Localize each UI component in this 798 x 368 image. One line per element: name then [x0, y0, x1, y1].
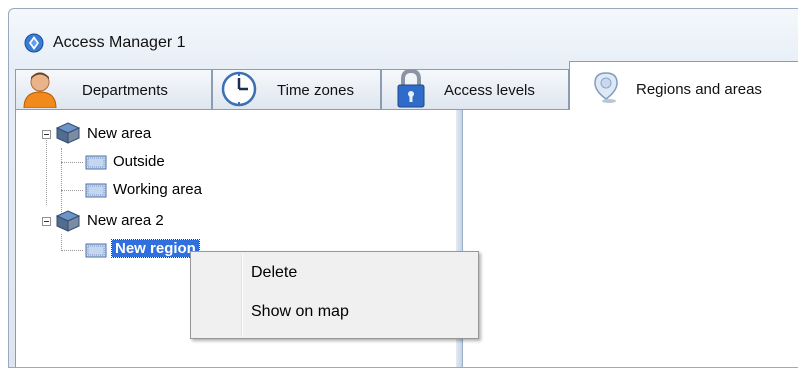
tree-connector [61, 234, 62, 251]
region-icon [85, 183, 107, 198]
tab-access-levels[interactable]: Access levels [381, 68, 569, 109]
tab-label: Time zones [277, 82, 354, 99]
region-icon [85, 243, 107, 258]
tree-area-label[interactable]: New area 2 [87, 212, 164, 229]
context-menu: Delete Show on map [190, 251, 479, 339]
window-title: Access Manager 1 [53, 34, 186, 51]
collapse-toggle[interactable] [42, 130, 51, 139]
region-icon [85, 155, 107, 170]
tree-region-label[interactable]: Outside [113, 153, 165, 170]
app-icon [24, 33, 44, 53]
person-icon [23, 72, 57, 108]
map-pin-icon [594, 72, 618, 103]
tab-label: Access levels [444, 82, 535, 99]
tree-connector [61, 162, 83, 163]
tab-departments[interactable]: Departments [15, 69, 212, 109]
tab-label: Regions and areas [636, 81, 762, 98]
tab-regions-and-areas[interactable]: Regions and areas [569, 61, 798, 110]
clock-icon [221, 71, 257, 107]
tree-connector [61, 250, 83, 251]
tree-connector [61, 190, 83, 191]
tree-area-label[interactable]: New area [87, 125, 151, 142]
title-bar: Access Manager 1 [9, 9, 798, 61]
tab-strip: Departments Time zones Access levels Reg… [15, 61, 798, 113]
area-cube-icon [56, 210, 80, 232]
tree-region-label[interactable]: Working area [113, 181, 202, 198]
menu-item-show-on-map[interactable]: Show on map [251, 303, 349, 321]
tab-time-zones[interactable]: Time zones [212, 69, 381, 109]
lock-icon [397, 68, 425, 108]
tree-connector [61, 148, 62, 214]
tab-label: Departments [82, 82, 168, 99]
detail-panel [464, 110, 798, 367]
area-cube-icon [56, 122, 80, 144]
menu-item-delete[interactable]: Delete [251, 264, 297, 282]
collapse-toggle[interactable] [42, 217, 51, 226]
tree-region-label-selected[interactable]: New region [111, 239, 200, 258]
tree-connector [46, 130, 47, 205]
